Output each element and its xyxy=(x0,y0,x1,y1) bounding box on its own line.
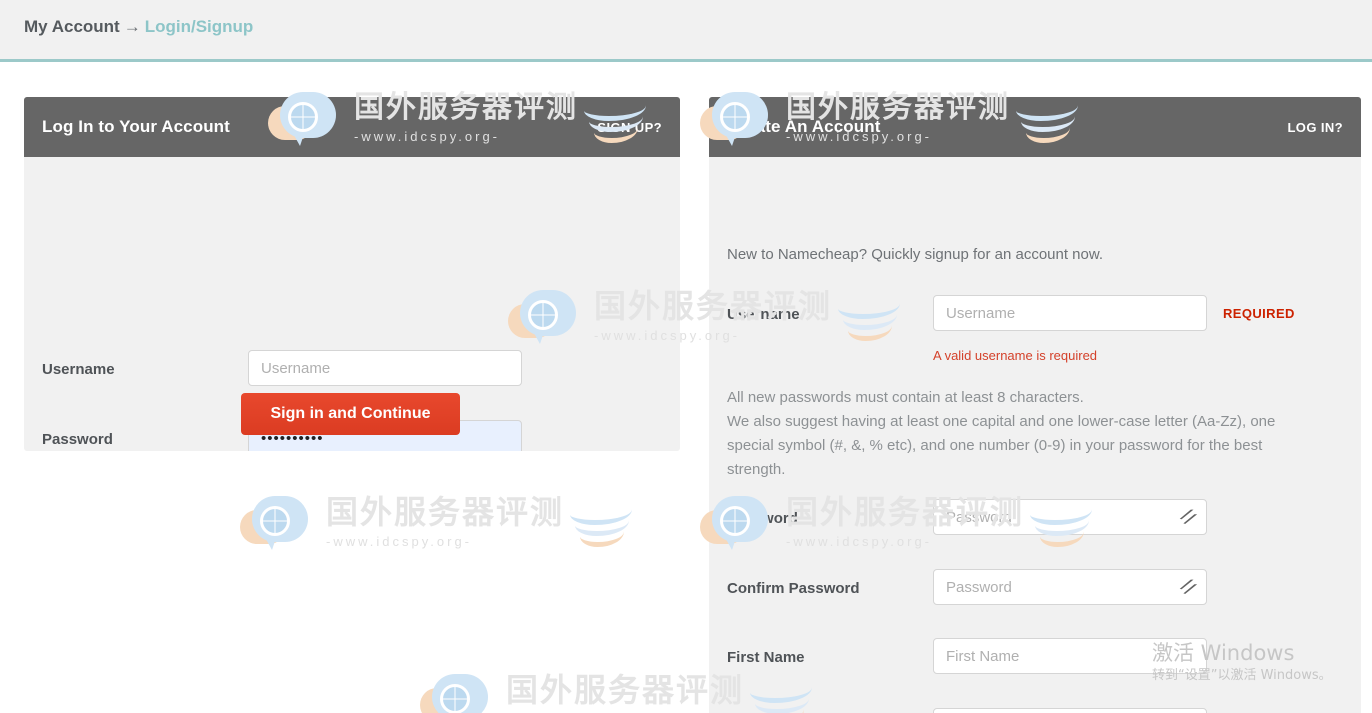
signup-password-input[interactable] xyxy=(933,499,1207,535)
signup-last-name-input[interactable] xyxy=(933,708,1207,713)
login-panel-header: Log In to Your Account SIGN UP? xyxy=(24,97,680,157)
login-password-label: Password xyxy=(42,431,113,448)
eye-off-icon[interactable] xyxy=(1177,576,1199,598)
signup-username-input[interactable] xyxy=(933,295,1207,331)
log-in-link[interactable]: LOG IN? xyxy=(1287,120,1343,135)
watermark-cloud-globe-icon xyxy=(420,672,498,713)
login-username-input[interactable] xyxy=(248,350,522,386)
login-username-label: Username xyxy=(42,361,115,378)
breadcrumb-current: Login/Signup xyxy=(144,17,254,36)
sign-in-and-continue-button[interactable]: Sign in and Continue xyxy=(241,393,460,435)
page-root: My Account → Login/Signup Log In to Your A… xyxy=(0,0,1372,713)
watermark-text-cn: 国外服务器评测 xyxy=(326,492,565,531)
watermark-swoosh-icon xyxy=(570,499,640,547)
password-note-line-3: special symbol (#, &, % etc), and one nu… xyxy=(727,437,1263,454)
signup-first-name-label: First Name xyxy=(727,649,805,666)
username-error-message: A valid username is required xyxy=(933,348,1098,363)
breadcrumb-bar: My Account → Login/Signup xyxy=(0,0,1372,62)
signup-confirm-password-label: Confirm Password xyxy=(727,580,860,597)
signup-username-label: Username xyxy=(727,306,800,323)
login-panel-title: Log In to Your Account xyxy=(42,117,230,136)
signup-confirm-password-input[interactable] xyxy=(933,569,1207,605)
username-required-badge: REQUIRED xyxy=(1223,306,1295,321)
signup-intro-text: New to Namecheap? Quickly signup for an … xyxy=(727,246,1104,263)
breadcrumb-arrow-icon: → xyxy=(123,17,141,36)
password-note-line-4: strength. xyxy=(727,461,786,478)
password-note-line-1: All new passwords must contain at least … xyxy=(727,389,1084,406)
breadcrumb: My Account → Login/Signup xyxy=(24,17,253,37)
watermark-text-url: -www.idcspy.org- xyxy=(326,533,473,549)
password-requirements-note: All new passwords must contain at least … xyxy=(727,386,1327,482)
signup-panel-title: Create An Account xyxy=(727,117,881,136)
breadcrumb-parent[interactable]: My Account xyxy=(24,17,120,36)
signup-first-name-input[interactable] xyxy=(933,638,1207,674)
sign-up-link[interactable]: SIGN UP? xyxy=(597,120,662,135)
watermark-cloud-globe-icon xyxy=(240,494,318,550)
login-panel: Log In to Your Account SIGN UP? Username… xyxy=(24,97,680,451)
signup-panel-header: Create An Account LOG IN? xyxy=(709,97,1361,157)
site-watermark: 国外服务器评测 -www.idcspy.org- xyxy=(240,494,640,550)
eye-off-icon[interactable] xyxy=(1177,506,1199,528)
signup-password-label: Password xyxy=(727,510,798,527)
signup-panel: Create An Account LOG IN? New to Nameche… xyxy=(709,97,1361,713)
password-note-line-2: We also suggest having at least one capi… xyxy=(727,413,1276,430)
